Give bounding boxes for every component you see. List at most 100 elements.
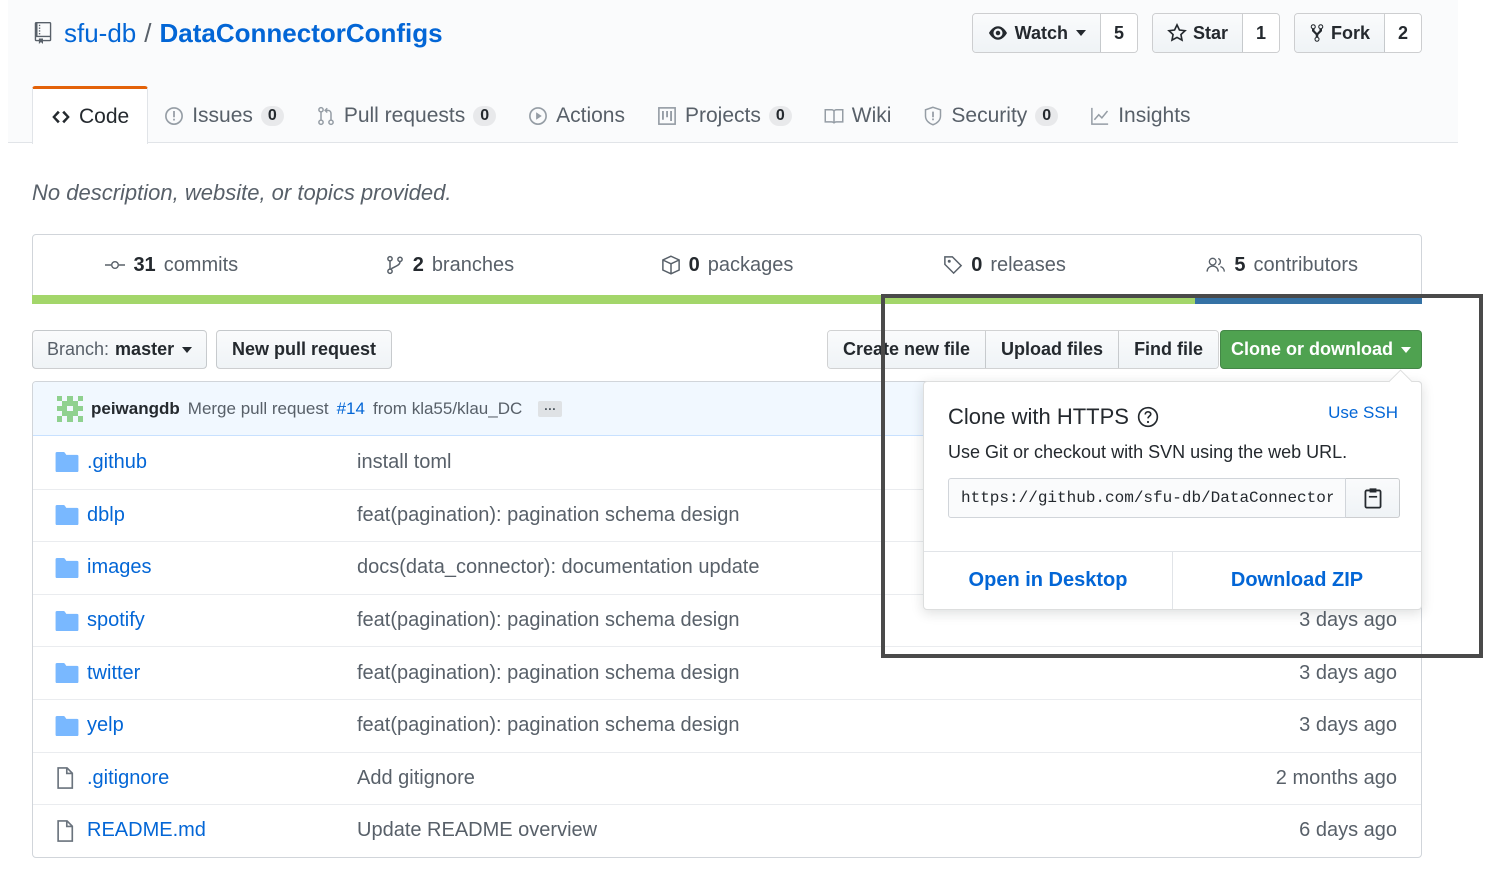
file-row-icon [55, 767, 79, 790]
file-row-icon [55, 452, 79, 473]
commit-pr-link[interactable]: #14 [337, 399, 365, 419]
commits-label: commits [163, 253, 239, 276]
numbers-summary: 31 commits 2 branches 0 packages 0 relea… [32, 234, 1422, 296]
commit-message-prefix[interactable]: Merge pull request [188, 399, 329, 419]
tab-projects-label: Projects [685, 104, 761, 127]
tab-code[interactable]: Code [32, 86, 149, 144]
branch-select-button[interactable]: Branch: master [32, 330, 208, 369]
issues-counter: 0 [260, 106, 284, 126]
file-commit-message[interactable]: feat(pagination): pagination schema desi… [357, 662, 1221, 685]
releases-count: 0 [971, 253, 983, 276]
file-row-icon [55, 663, 79, 684]
commit-message-suffix[interactable]: from kla55/klau_DC [373, 399, 522, 419]
tab-pull-requests[interactable]: Pull requests 0 [300, 86, 512, 143]
repo-name-link[interactable]: DataConnectorConfigs [160, 18, 443, 49]
folder-icon [55, 557, 79, 578]
contributors-summary[interactable]: 5 contributors [1143, 254, 1421, 277]
repo-title: sfu-db / DataConnectorConfigs [34, 16, 443, 50]
file-name-link[interactable]: images [87, 556, 357, 579]
branches-summary[interactable]: 2 branches [311, 254, 589, 277]
file-name-link[interactable]: yelp [87, 714, 357, 737]
packages-summary[interactable]: 0 packages [588, 254, 866, 277]
releases-summary[interactable]: 0 releases [866, 254, 1144, 277]
folder-icon [55, 505, 79, 526]
watch-count[interactable]: 5 [1100, 14, 1137, 52]
packages-label: packages [707, 253, 794, 276]
branch-name: master [115, 339, 175, 359]
releases-label: releases [990, 253, 1066, 276]
file-row-icon [55, 557, 79, 578]
play-icon [529, 107, 548, 125]
tab-insights[interactable]: Insights [1074, 86, 1206, 143]
tab-pulls-label: Pull requests [343, 104, 466, 127]
graph-icon [1091, 107, 1109, 125]
tab-projects[interactable]: Projects 0 [641, 86, 808, 143]
file-row-icon [55, 505, 79, 526]
contributors-count: 5 [1234, 253, 1246, 276]
file-name-link[interactable]: dblp [87, 504, 357, 527]
code-icon [52, 110, 70, 123]
file-row: README.md Update README overview 6 days ag… [33, 804, 1421, 857]
folder-icon [55, 610, 79, 631]
book-icon [824, 109, 844, 124]
new-pull-request-button[interactable]: New pull request [216, 330, 393, 369]
people-icon [1206, 257, 1226, 272]
tag-icon [944, 256, 963, 275]
file-name-link[interactable]: .gitignore [87, 767, 357, 790]
file-name-link[interactable]: .github [87, 451, 357, 474]
tab-actions[interactable]: Actions [512, 86, 641, 143]
chevron-down-icon [1075, 30, 1086, 36]
branches-label: branches [431, 253, 515, 276]
file-age: 2 months ago [1275, 766, 1397, 789]
file-icon [57, 767, 74, 790]
issue-icon [165, 107, 184, 125]
packages-count: 0 [688, 253, 700, 276]
file-age: 3 days ago [1299, 714, 1397, 737]
fork-group: Fork 2 [1293, 13, 1422, 53]
pull-request-icon [317, 106, 334, 126]
tab-code-label: Code [79, 104, 130, 128]
chevron-down-icon [182, 346, 193, 353]
file-name-link[interactable]: spotify [87, 609, 357, 632]
file-row-icon [55, 820, 79, 842]
commit-icon [105, 260, 126, 269]
file-name-link[interactable]: README.md [87, 819, 357, 842]
tab-issues[interactable]: Issues 0 [148, 86, 300, 143]
file-row-icon [55, 715, 79, 736]
fork-button[interactable]: Fork [1294, 14, 1385, 52]
tab-security[interactable]: Security 0 [907, 86, 1074, 143]
repo-owner-link[interactable]: sfu-db [64, 18, 136, 49]
repo-nav: Code Issues 0 Pull requests 0 Actions Pr… [32, 86, 1207, 144]
annotation-highlight-box [881, 294, 1483, 658]
star-count[interactable]: 1 [1242, 14, 1279, 52]
folder-icon [55, 452, 79, 473]
tab-security-label: Security [951, 104, 1028, 127]
commit-author[interactable]: peiwangdb [91, 399, 180, 419]
file-commit-message[interactable]: Update README overview [357, 819, 1221, 842]
folder-icon [55, 663, 79, 684]
tab-wiki[interactable]: Wiki [808, 86, 908, 143]
file-commit-message[interactable]: Add gitignore [357, 767, 1221, 790]
branch-icon [386, 255, 403, 275]
branch-prefix: Branch: [47, 339, 110, 359]
file-name-link[interactable]: twitter [87, 662, 357, 685]
expand-commit-button[interactable]: ··· [538, 400, 563, 417]
tab-insights-label: Insights [1118, 104, 1191, 127]
file-commit-message[interactable]: feat(pagination): pagination schema desi… [357, 714, 1221, 737]
watch-button[interactable]: Watch [972, 14, 1101, 52]
repo-icon [34, 22, 52, 44]
star-icon [1167, 23, 1187, 42]
fork-count[interactable]: 2 [1385, 14, 1421, 52]
pagehead-actions: Watch 5 Star 1 Fork 2 [971, 13, 1422, 53]
file-age: 6 days ago [1299, 819, 1397, 842]
avatar[interactable] [57, 395, 83, 422]
watch-label: Watch [1014, 22, 1068, 43]
commits-summary[interactable]: 31 commits [33, 254, 311, 277]
file-row-icon [55, 610, 79, 631]
pulls-counter: 0 [473, 106, 497, 126]
contributors-label: contributors [1253, 253, 1358, 276]
shield-icon [925, 106, 942, 126]
eye-icon [988, 26, 1007, 40]
star-button[interactable]: Star [1152, 14, 1243, 52]
file-row: yelp feat(pagination): pagination schema … [33, 698, 1421, 752]
